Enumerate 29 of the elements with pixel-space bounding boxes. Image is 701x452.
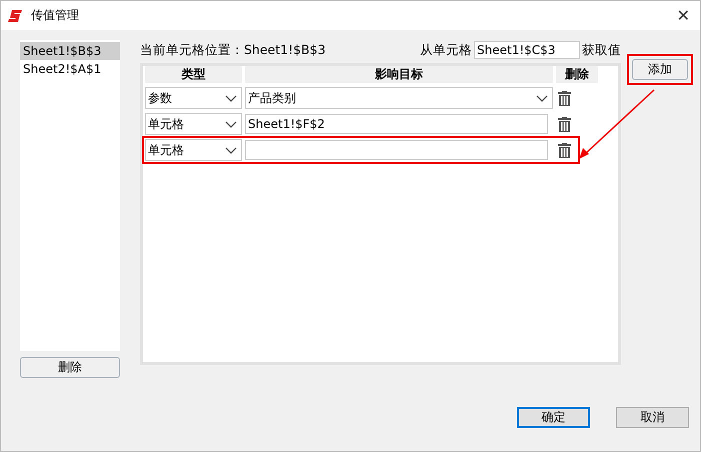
dialog-button[interactable]: 确定 [517, 407, 590, 428]
type-dropdown[interactable]: 单元格 [145, 113, 242, 135]
source-cell-field[interactable]: Sheet1!$C$3 [474, 41, 580, 59]
chevron-down-icon [225, 120, 237, 128]
dialog-button[interactable]: 取消 [616, 407, 689, 428]
source-prefix-label: 从单元格 [420, 42, 472, 58]
current-cell-label: 当前单元格位置：Sheet1!$B$3 [140, 42, 326, 58]
column-header: 影响目标 [245, 66, 553, 83]
trash-icon[interactable] [558, 90, 571, 106]
delete-button[interactable]: 删除 [20, 357, 120, 378]
source-suffix-label: 获取值 [582, 42, 621, 58]
app-logo-icon [7, 8, 23, 22]
type-dropdown[interactable]: 参数 [145, 87, 242, 109]
column-header: 类型 [145, 66, 242, 83]
chevron-down-icon [225, 94, 237, 102]
add-button[interactable]: 添加 [632, 59, 688, 80]
chevron-down-icon [225, 146, 237, 154]
type-dropdown[interactable]: 单元格 [145, 139, 242, 161]
cell-list-item[interactable]: Sheet2!$A$1 [20, 60, 120, 78]
column-header: 删除 [556, 66, 598, 83]
trash-icon[interactable] [558, 116, 571, 132]
close-button[interactable]: ✕ [676, 6, 690, 25]
window-title: 传值管理 [31, 7, 80, 24]
chevron-down-icon [536, 94, 548, 102]
trash-icon[interactable] [558, 142, 571, 158]
target-dropdown[interactable]: 产品类别 [245, 87, 553, 109]
target-field[interactable] [245, 140, 548, 160]
target-field[interactable]: Sheet1!$F$2 [245, 114, 548, 134]
cell-list-item[interactable]: Sheet1!$B$3 [20, 42, 120, 60]
